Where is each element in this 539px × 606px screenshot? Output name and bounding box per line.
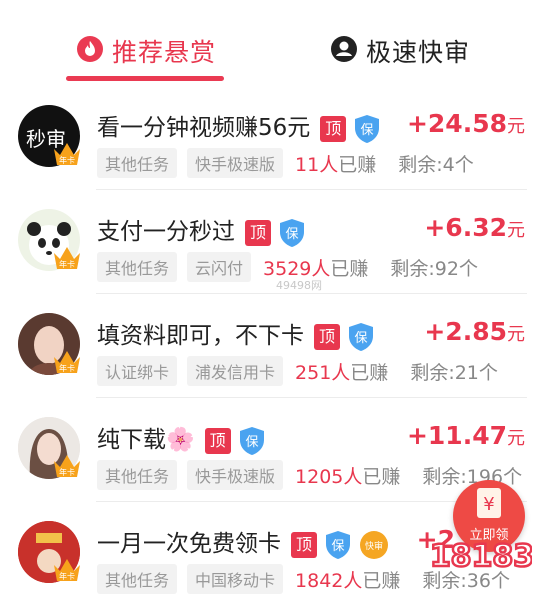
- watermark: 49498网: [276, 279, 322, 292]
- svg-text:保: 保: [354, 331, 367, 346]
- remaining-count: 剩余:92个: [390, 257, 478, 280]
- task-row[interactable]: 年卡 支付一分秒过顶保 +6.32元 其他任务 云闪付 3529人 已赚 剩余:9…: [0, 190, 539, 294]
- crown-icon: 年卡: [54, 455, 80, 477]
- task-meta: 其他任务 快手极速版 11人 已赚 剩余:4个: [97, 148, 474, 178]
- task-title: 支付一分秒过顶保: [97, 212, 305, 248]
- top-badge: 顶: [291, 531, 317, 558]
- task-row[interactable]: 秒审 年卡 看一分钟视频赚56元顶保 +24.58元 其他任务 快手极速版 11…: [0, 86, 539, 190]
- svg-text:保: 保: [361, 123, 374, 138]
- task-row[interactable]: 年卡 填资料即可，不下卡顶保 +2.85元 认证绑卡 浦发信用卡 251人 已赚 …: [0, 294, 539, 398]
- tab-label: 推荐悬赏: [112, 38, 217, 67]
- task-tag: 快手极速版: [187, 148, 284, 178]
- task-tag: 认证绑卡: [97, 356, 178, 386]
- task-title: 填资料即可，不下卡顶保: [97, 316, 374, 352]
- svg-text:年卡: 年卡: [59, 467, 75, 477]
- svg-text:年卡: 年卡: [59, 571, 75, 581]
- svg-text:¥: ¥: [483, 494, 494, 515]
- task-tag: 其他任务: [97, 460, 178, 490]
- task-tag: 其他任务: [97, 564, 178, 594]
- task-tag: 其他任务: [97, 148, 178, 178]
- avatar: 秒审 年卡: [18, 105, 84, 171]
- active-tab-indicator: [66, 76, 224, 81]
- task-title: 一月一次免费领卡顶保快审: [97, 524, 389, 560]
- avatar: 年卡: [18, 521, 84, 587]
- svg-text:保: 保: [331, 539, 344, 554]
- svg-text:年卡: 年卡: [59, 259, 75, 269]
- tab-recommended[interactable]: 推荐悬赏: [76, 26, 216, 76]
- reward: +2.85元: [424, 317, 525, 346]
- svg-text:快审: 快审: [365, 540, 383, 552]
- reward: +11.47元: [406, 421, 525, 450]
- svg-text:保: 保: [245, 435, 258, 450]
- task-tag: 中国移动卡: [187, 564, 284, 594]
- avatar: 年卡: [18, 417, 84, 483]
- reward: +24.58元: [406, 109, 525, 138]
- remaining-count: 剩余:4个: [398, 153, 474, 176]
- remaining-count: 剩余:21个: [410, 361, 498, 384]
- earned-count: 11人: [295, 153, 339, 176]
- tab-bar: 推荐悬赏 极速快审: [0, 0, 539, 84]
- shield-icon: 保: [349, 322, 373, 351]
- earned-count: 1205人: [295, 465, 363, 488]
- task-tag: 其他任务: [97, 252, 178, 282]
- shield-icon: 保: [280, 218, 304, 247]
- task-tag: 云闪付: [187, 252, 252, 282]
- svg-text:年卡: 年卡: [59, 155, 75, 165]
- task-tag: 浦发信用卡: [187, 356, 284, 386]
- site-logo: 18183: [432, 538, 532, 576]
- shield-icon: 保: [326, 530, 350, 559]
- tab-fast-review[interactable]: 极速快审: [330, 26, 470, 76]
- earned-count: 1842人: [295, 569, 363, 592]
- avatar: 年卡: [18, 313, 84, 379]
- fast-review-badge-icon: 快审: [360, 530, 388, 559]
- top-badge: 顶: [320, 115, 347, 142]
- task-title: 纯下载🌸 顶保: [97, 420, 265, 456]
- shield-icon: 保: [355, 114, 380, 143]
- crown-icon: 年卡: [54, 351, 80, 373]
- svg-text:18183: 18183: [432, 539, 532, 574]
- crown-icon: 年卡: [54, 559, 80, 581]
- earned-count: 251人: [295, 361, 351, 384]
- user-circle-icon: [330, 35, 366, 67]
- svg-text:保: 保: [285, 227, 298, 242]
- top-badge: 顶: [314, 323, 340, 350]
- task-title: 看一分钟视频赚56元顶保: [97, 108, 380, 144]
- yen-icon: ¥: [477, 488, 501, 518]
- task-meta: 认证绑卡 浦发信用卡 251人 已赚 剩余:21个: [97, 356, 498, 386]
- top-badge: 顶: [245, 219, 271, 246]
- crown-icon: 年卡: [54, 247, 80, 269]
- tab-label: 极速快审: [366, 38, 471, 67]
- svg-text:年卡: 年卡: [59, 363, 75, 373]
- avatar: 年卡: [18, 209, 84, 275]
- flame-icon: [76, 35, 112, 67]
- shield-icon: 保: [239, 426, 264, 455]
- reward: +6.32元: [424, 213, 525, 242]
- top-badge: 顶: [204, 427, 231, 454]
- crown-icon: 年卡: [54, 143, 80, 165]
- task-tag: 快手极速版: [187, 460, 284, 490]
